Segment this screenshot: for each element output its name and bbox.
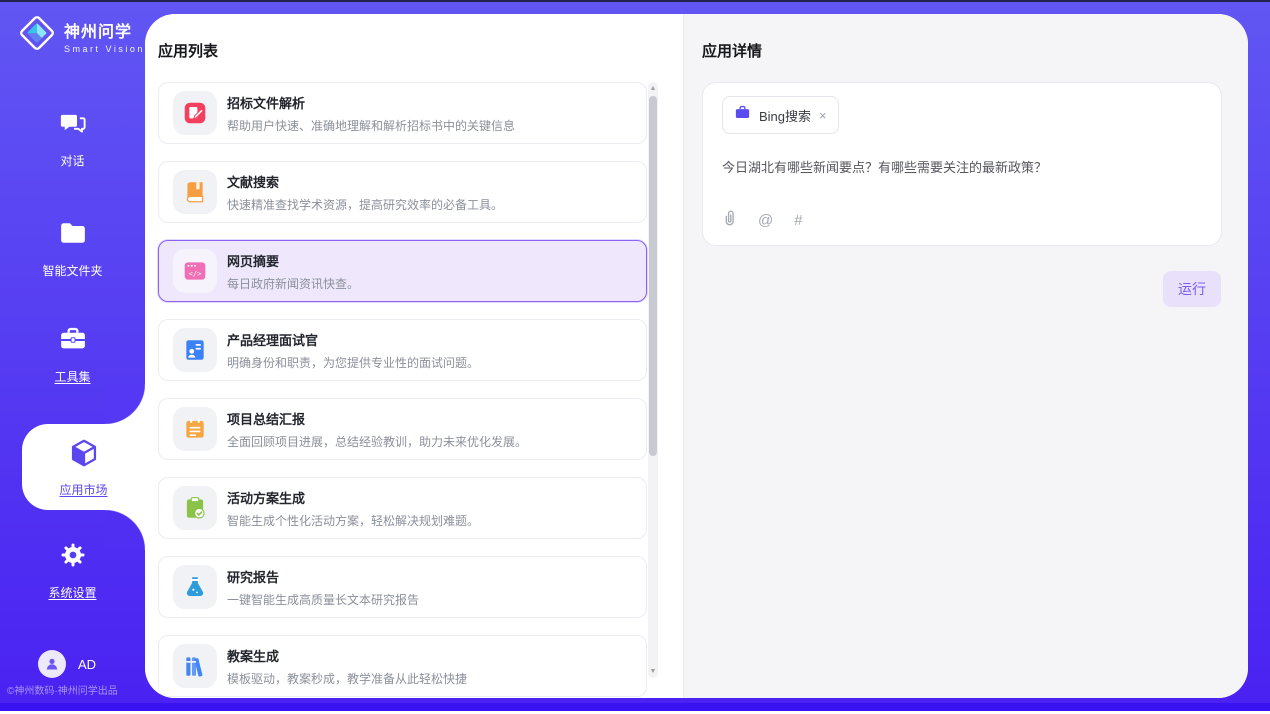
app-detail-panel: 应用详情 Bing搜索 × 今日湖北有哪些新闻要点？有哪些需要关注的最新政策？: [684, 14, 1248, 698]
input-toolbar: @ #: [722, 209, 803, 231]
svg-text:</>: </>: [189, 269, 202, 278]
avatar: [38, 650, 66, 678]
query-textarea[interactable]: 今日湖北有哪些新闻要点？有哪些需要关注的最新政策？: [722, 158, 1202, 198]
app-card-desc: 明确身份和职责，为您提供专业性的面试问题。: [227, 354, 479, 371]
user-account[interactable]: AD: [38, 650, 96, 678]
app-card-desc: 帮助用户快速、准确地理解和解析招标书中的关键信息: [227, 117, 515, 134]
app-card-list: 招标文件解析 帮助用户快速、准确地理解和解析招标书中的关键信息 文献搜索 快速精…: [158, 82, 648, 698]
sidebar-item-label: 系统设置: [48, 584, 96, 601]
tool-tag-label: Bing搜索: [759, 106, 811, 125]
app-card-name: 产品经理面试官: [227, 330, 479, 349]
copyright-text: ©神州数码·神州问学出品: [7, 682, 118, 697]
folder-icon: [58, 218, 88, 253]
app-detail-title: 应用详情: [702, 40, 762, 61]
scroll-up-icon[interactable]: ▲: [648, 85, 658, 92]
app-card[interactable]: 项目总结汇报 全面回顾项目进展，总结经验教训，助力未来优化发展。: [158, 398, 647, 460]
content-area: 应用列表 招标文件解析 帮助用户快速、准确地理解和解析招标书中的关键信息 文献搜…: [145, 14, 1248, 698]
doc-edit-icon: [173, 91, 217, 135]
run-button[interactable]: 运行: [1163, 271, 1221, 307]
app-card-desc: 智能生成个性化活动方案，轻松解决规划难题。: [227, 512, 479, 529]
cube-icon: [68, 437, 100, 474]
scroll-down-icon[interactable]: ▼: [648, 668, 658, 675]
app-card-desc: 每日政府新闻资讯快查。: [227, 275, 359, 292]
taskbar-strip: [0, 703, 1270, 711]
app-card[interactable]: 招标文件解析 帮助用户快速、准确地理解和解析招标书中的关键信息: [158, 82, 647, 144]
brand-subtitle: Smart Vision: [64, 44, 145, 54]
app-card-name: 研究报告: [227, 567, 419, 586]
sidebar-item-label: 工具集: [54, 368, 90, 385]
app-card[interactable]: 教案生成 模板驱动，教案秒成，教学准备从此轻松快捷: [158, 635, 647, 697]
tool-tag-bing-search[interactable]: Bing搜索 ×: [722, 96, 839, 134]
app-card-desc: 全面回顾项目进展，总结经验教训，助力未来优化发展。: [227, 433, 527, 450]
sidebar-item-label: 对话: [60, 152, 84, 169]
app-card[interactable]: </> 网页摘要 每日政府新闻资讯快查。: [158, 240, 647, 302]
brand-diamond-icon: [18, 14, 56, 57]
gear-icon: [58, 540, 88, 575]
book-icon: [173, 170, 217, 214]
sidebar-item-toolset[interactable]: 工具集: [0, 324, 145, 385]
hash-icon[interactable]: #: [794, 212, 802, 229]
attachment-icon[interactable]: [722, 209, 737, 231]
interview-icon: [173, 328, 217, 372]
brand-name: 神州问学: [64, 18, 145, 42]
app-card[interactable]: 研究报告 一键智能生成高质量长文本研究报告: [158, 556, 647, 618]
books-icon: [173, 644, 217, 688]
prompt-input-card[interactable]: Bing搜索 × 今日湖北有哪些新闻要点？有哪些需要关注的最新政策？ @ #: [702, 82, 1222, 246]
list-scrollbar[interactable]: ▲ ▼: [648, 82, 658, 678]
chat-icon: [58, 108, 88, 143]
sidebar-item-app-market[interactable]: 应用市场: [22, 424, 145, 510]
app-card-name: 活动方案生成: [227, 488, 479, 507]
briefcase-icon: [734, 104, 751, 126]
scrollbar-thumb[interactable]: [649, 96, 657, 456]
app-card[interactable]: 文献搜索 快速精准查找学术资源，提高研究效率的必备工具。: [158, 161, 647, 223]
research-icon: [173, 565, 217, 609]
sidebar-item-smart-folder[interactable]: 智能文件夹: [0, 218, 145, 279]
clipboard-check-icon: [173, 486, 217, 530]
toolbox-icon: [58, 324, 88, 359]
app-card-name: 网页摘要: [227, 251, 359, 270]
user-initials: AD: [78, 657, 96, 672]
sidebar: 神州问学 Smart Vision 对话 智能文件夹: [0, 2, 145, 703]
close-icon[interactable]: ×: [819, 109, 827, 122]
app-card[interactable]: 产品经理面试官 明确身份和职责，为您提供专业性的面试问题。: [158, 319, 647, 381]
sidebar-item-chat[interactable]: 对话: [0, 108, 145, 169]
sidebar-item-settings[interactable]: 系统设置: [0, 540, 145, 601]
app-card[interactable]: 活动方案生成 智能生成个性化活动方案，轻松解决规划难题。: [158, 477, 647, 539]
app-card-name: 项目总结汇报: [227, 409, 527, 428]
brand-logo: 神州问学 Smart Vision: [18, 14, 145, 57]
window-top-border: [0, 0, 1270, 2]
app-card-desc: 模板驱动，教案秒成，教学准备从此轻松快捷: [227, 670, 467, 687]
app-card-name: 文献搜索: [227, 172, 503, 191]
sidebar-item-label: 智能文件夹: [42, 262, 102, 279]
app-card-desc: 快速精准查找学术资源，提高研究效率的必备工具。: [227, 196, 503, 213]
browser-code-icon: </>: [173, 249, 217, 293]
app-card-name: 教案生成: [227, 646, 467, 665]
sidebar-item-label: 应用市场: [59, 481, 107, 498]
app-card-desc: 一键智能生成高质量长文本研究报告: [227, 591, 419, 608]
summary-note-icon: [173, 407, 217, 451]
app-list-panel: 应用列表 招标文件解析 帮助用户快速、准确地理解和解析招标书中的关键信息 文献搜…: [145, 14, 684, 698]
mention-icon[interactable]: @: [758, 212, 773, 229]
app-card-name: 招标文件解析: [227, 93, 515, 112]
app-list-title: 应用列表: [158, 40, 218, 61]
